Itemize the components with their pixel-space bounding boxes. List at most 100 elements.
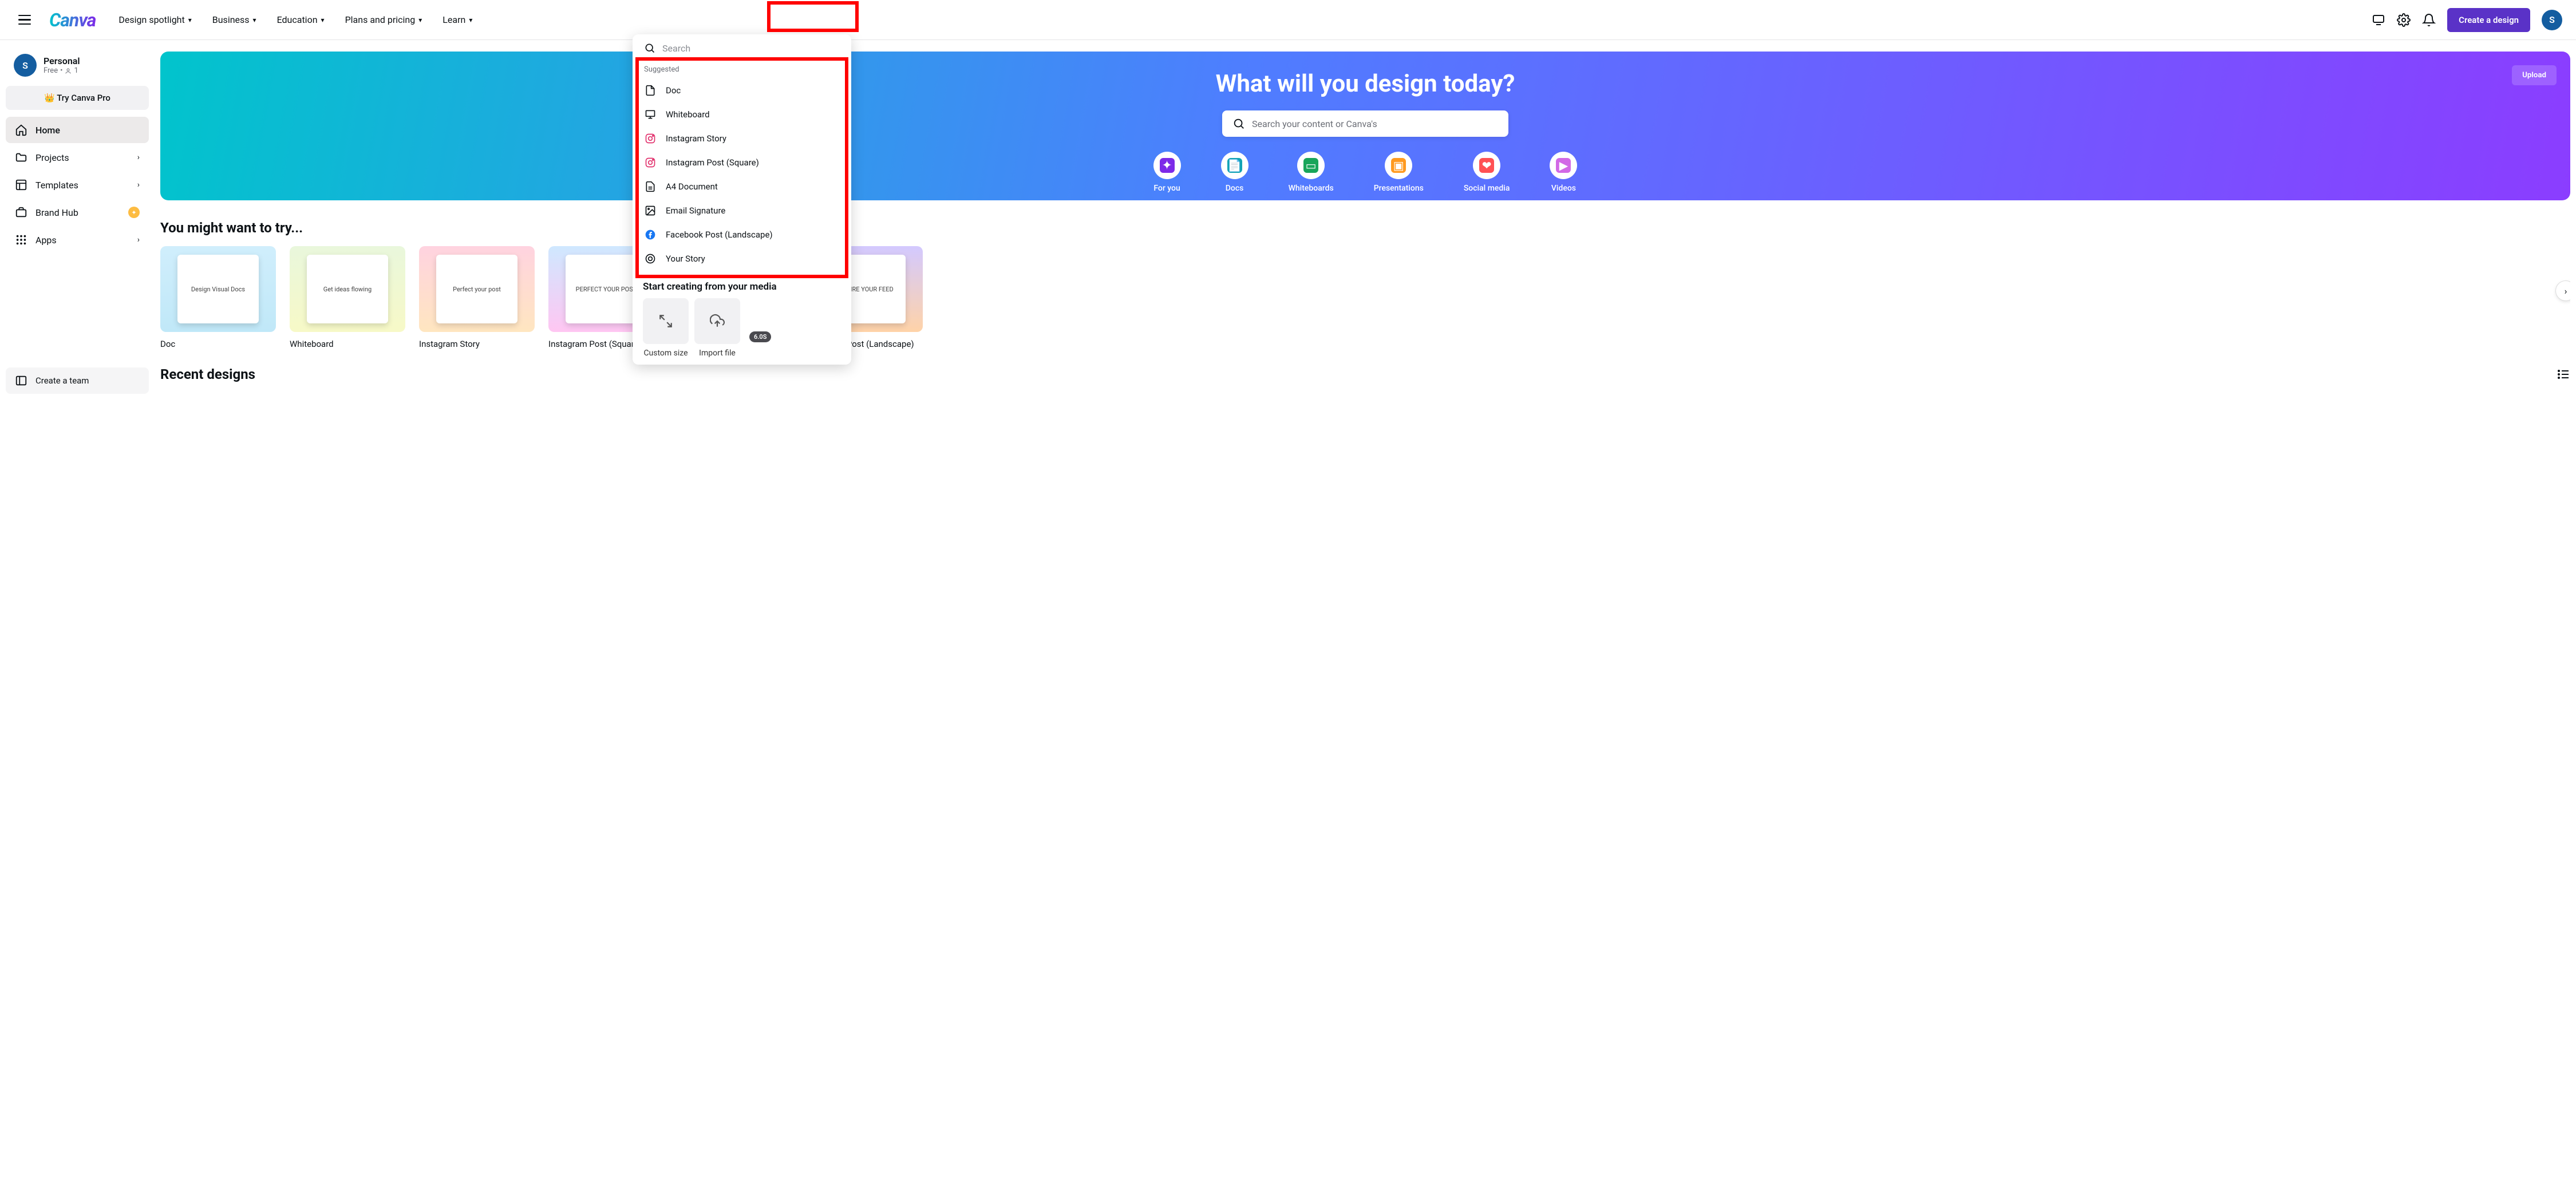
sidebar-item-home[interactable]: Home — [6, 117, 149, 143]
import-file-button[interactable] — [694, 298, 740, 344]
menu-label: Business — [212, 14, 250, 25]
search-placeholder: Search your content or Canva's — [1252, 118, 1377, 129]
sidebar-item-label: Home — [35, 125, 60, 136]
brand-hub-icon — [15, 206, 27, 219]
video-icon: ▶ — [1556, 158, 1571, 173]
settings-gear-icon[interactable] — [2397, 13, 2411, 27]
heart-icon: ❤ — [1479, 158, 1494, 173]
canva-logo[interactable]: Canva — [49, 9, 96, 31]
suggested-doc[interactable]: Doc — [633, 78, 851, 102]
notifications-bell-icon[interactable] — [2422, 13, 2436, 27]
menu-business[interactable]: Business ▾ — [212, 14, 256, 25]
template-suggestion-row: Design Visual Docs Doc Get ideas flowing… — [160, 246, 2570, 349]
category-whiteboards[interactable]: ▭ Whiteboards — [1289, 152, 1334, 193]
menu-label: Design spotlight — [118, 14, 184, 25]
menu-plans-pricing[interactable]: Plans and pricing ▾ — [345, 14, 422, 25]
category-videos[interactable]: ▶ Videos — [1550, 152, 1577, 193]
presentation-icon: ▣ — [1391, 158, 1406, 173]
sidebar-item-projects[interactable]: Projects › — [6, 144, 149, 171]
suggested-instagram-post[interactable]: Instagram Post (Square) — [633, 151, 851, 175]
sidebar-item-templates[interactable]: Templates › — [6, 172, 149, 198]
image-icon — [644, 204, 657, 217]
hero-banner: Upload What will you design today? Searc… — [160, 52, 2570, 200]
suggested-email-signature[interactable]: Email Signature — [633, 199, 851, 223]
template-card-whiteboard[interactable]: Get ideas flowing Whiteboard — [290, 246, 405, 349]
primary-menu: Design spotlight ▾ Business ▾ Education … — [118, 14, 472, 25]
create-design-button[interactable]: Create a design — [2447, 8, 2530, 32]
sidebar-item-label: Apps — [35, 235, 57, 246]
hero-category-row: ✦ For you 📄 Docs ▭ Whiteboards ▣ Present… — [160, 152, 2570, 193]
chevron-right-icon: › — [137, 180, 140, 189]
suggested-whiteboard[interactable]: Whiteboard — [633, 102, 851, 126]
sidebar: S Personal Free • 1 👑 Try Canva Pro Home — [0, 40, 155, 405]
scroll-right-button[interactable]: › — [2555, 280, 2570, 301]
chevron-right-icon: › — [137, 153, 140, 162]
template-card-doc[interactable]: Design Visual Docs Doc — [160, 246, 276, 349]
chevron-down-icon: ▾ — [253, 16, 256, 24]
suggested-instagram-story[interactable]: Instagram Story — [633, 126, 851, 151]
chevron-down-icon: ▾ — [418, 16, 422, 24]
recent-designs-heading: Recent designs — [160, 366, 255, 382]
menu-design-spotlight[interactable]: Design spotlight ▾ — [118, 14, 191, 25]
instagram-icon — [644, 132, 657, 145]
suggested-facebook-post[interactable]: Facebook Post (Landscape) — [633, 223, 851, 247]
search-icon — [1232, 117, 1245, 130]
home-icon — [15, 124, 27, 136]
card-title: Doc — [160, 339, 276, 349]
create-design-dropdown: Search Suggested Doc Whiteboard Instagra… — [633, 34, 851, 365]
workspace-subtitle: Free • 1 — [44, 66, 80, 75]
team-icon — [15, 374, 27, 387]
nav-right-group: Create a design S — [2372, 8, 2562, 32]
cloud-upload-icon — [710, 314, 725, 329]
templates-icon — [15, 179, 27, 191]
category-for-you[interactable]: ✦ For you — [1153, 152, 1181, 193]
sidebar-item-label: Projects — [35, 152, 69, 163]
sidebar-item-label: Brand Hub — [35, 207, 78, 218]
chevron-right-icon: › — [137, 235, 140, 244]
sidebar-item-apps[interactable]: Apps › — [6, 227, 149, 253]
desktop-app-icon[interactable] — [2372, 13, 2385, 27]
menu-learn[interactable]: Learn ▾ — [442, 14, 472, 25]
workspace-name: Personal — [44, 56, 80, 66]
dropdown-suggested-label: Suggested — [633, 62, 851, 78]
chevron-right-icon: › — [2565, 286, 2567, 296]
sidebar-item-brand-hub[interactable]: Brand Hub ✦ — [6, 199, 149, 226]
chevron-down-icon: ▾ — [469, 16, 472, 24]
suggested-a4-document[interactable]: A4 Document — [633, 175, 851, 199]
pro-badge-icon: ✦ — [128, 207, 140, 218]
dropdown-search-input[interactable]: Search — [633, 34, 851, 62]
crown-icon: 👑 — [44, 93, 55, 103]
category-docs[interactable]: 📄 Docs — [1221, 152, 1249, 193]
custom-size-label: Custom size — [643, 349, 688, 358]
list-view-toggle[interactable] — [2557, 367, 2570, 381]
folder-icon — [15, 151, 27, 164]
category-presentations[interactable]: ▣ Presentations — [1374, 152, 1424, 193]
menu-toggle-button[interactable] — [14, 10, 35, 30]
menu-label: Education — [277, 14, 318, 25]
template-card-instagram-story[interactable]: Perfect your post Instagram Story — [419, 246, 535, 349]
create-team-button[interactable]: Create a team — [6, 367, 149, 394]
menu-label: Learn — [442, 14, 465, 25]
resize-icon — [658, 314, 673, 329]
workspace-switcher[interactable]: S Personal Free • 1 — [6, 49, 149, 81]
hero-search-input[interactable]: Search your content or Canva's — [1222, 110, 1508, 137]
try-pro-button[interactable]: 👑 Try Canva Pro — [6, 86, 149, 110]
instagram-icon — [644, 156, 657, 169]
timer-badge: 6.0S — [749, 331, 771, 342]
apps-grid-icon — [15, 234, 27, 246]
menu-education[interactable]: Education ▾ — [277, 14, 325, 25]
whiteboard-icon: ▭ — [1303, 158, 1318, 173]
card-title: Instagram Story — [419, 339, 535, 349]
sidebar-item-label: Templates — [35, 180, 78, 191]
chevron-down-icon: ▾ — [188, 16, 192, 24]
user-avatar[interactable]: S — [2542, 10, 2562, 30]
top-nav: Canva Design spotlight ▾ Business ▾ Educ… — [0, 0, 2576, 40]
person-icon — [65, 68, 72, 74]
upload-button[interactable]: Upload — [2512, 65, 2557, 85]
category-social-media[interactable]: ❤ Social media — [1464, 152, 1510, 193]
suggested-your-story[interactable]: Your Story — [633, 247, 851, 271]
workspace-avatar: S — [14, 54, 37, 77]
sparkle-icon: ✦ — [1160, 158, 1175, 173]
custom-size-button[interactable] — [643, 298, 689, 344]
doc-icon — [644, 84, 657, 97]
